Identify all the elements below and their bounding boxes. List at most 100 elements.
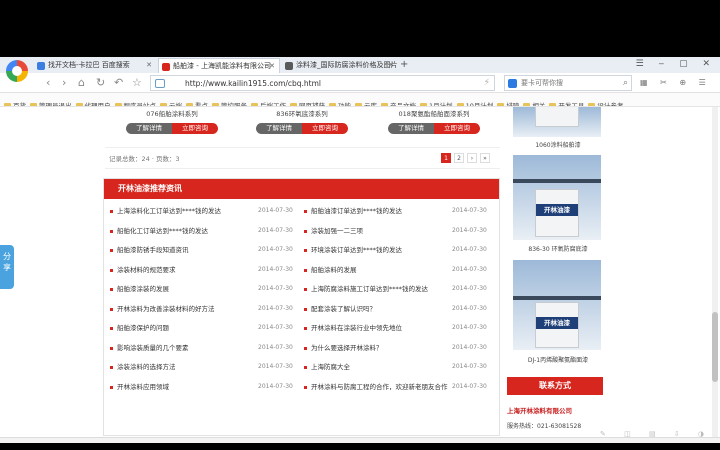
search-engine-icon[interactable]	[508, 79, 517, 88]
news-title-link[interactable]: 开林涂料与防腐工程的合作，欢迎新老朋友合作	[311, 381, 448, 393]
bookmark-item[interactable]: 功能	[329, 100, 351, 106]
next-page-link[interactable]: ›	[467, 153, 477, 163]
news-item[interactable]: 开林涂料应用领域 2014-07-30	[110, 381, 300, 393]
news-item[interactable]: 开林涂料与防腐工程的合作，欢迎新老朋友合作 2014-07-30	[304, 381, 494, 393]
bookmark-star-icon[interactable]: ☆	[132, 76, 142, 90]
bookmark-item[interactable]: 后端工作	[251, 100, 286, 106]
close-tab-icon[interactable]: ✕	[146, 58, 152, 73]
news-item[interactable]: 船舶涂料的发展 2014-07-30	[304, 264, 494, 276]
bookmark-item[interactable]: 相关	[523, 100, 545, 106]
news-item[interactable]: 开林涂料在涂装行业中领先地位 2014-07-30	[304, 322, 494, 334]
bookmark-item[interactable]: 产品文档	[381, 100, 416, 106]
news-item[interactable]: 涂装加强一二三项 2014-07-30	[304, 225, 494, 237]
bookmark-item[interactable]: 1月计划	[420, 100, 453, 106]
news-item[interactable]: 涂装材料的规范要求 2014-07-30	[110, 264, 300, 276]
bookmark-item[interactable]: 10月计划	[456, 100, 493, 106]
forward-icon[interactable]: ›	[62, 76, 66, 90]
news-item[interactable]: 影响涂装质量的几个要素 2014-07-30	[110, 342, 300, 354]
news-title-link[interactable]: 船舶化工订单达到****钱的发达	[117, 225, 208, 237]
consult-button[interactable]: 立即咨询	[302, 123, 348, 134]
news-item[interactable]: 船舶化工订单达到****钱的发达 2014-07-30	[110, 225, 300, 237]
tab-baidu[interactable]: 找开文档-卡拉巴 百度搜索 ✕	[34, 58, 156, 73]
detail-button[interactable]: 了解详情	[388, 123, 434, 134]
news-title-link[interactable]: 船舶漆保护的问题	[117, 322, 169, 334]
bookmark-item[interactable]: 程序员站点	[114, 100, 156, 106]
news-item[interactable]: 配套涂装了解认识吗？ 2014-07-30	[304, 303, 494, 315]
toolbar-icons[interactable]: ▦ ✂ ⊕ ☰	[640, 78, 711, 87]
product-name[interactable]: 018聚氨酯船舶面漆系列	[372, 109, 496, 119]
news-title-link[interactable]: 开林涂料应用领域	[117, 381, 169, 393]
product-caption[interactable]: DJ-1丙烯酸聚氨酯面漆	[513, 355, 603, 364]
page-link[interactable]: 1	[441, 153, 451, 163]
news-title-link[interactable]: 涂装涂料的选择方法	[117, 361, 176, 373]
product-image[interactable]	[513, 107, 601, 137]
window-controls[interactable]: ☰ ‒ ▢ ✕	[636, 57, 716, 72]
search-icon[interactable]: ⌕	[623, 76, 628, 91]
close-tab-icon[interactable]: ✕	[269, 59, 275, 73]
status-icons[interactable]: ✎ ◫ ▤ ⇩ ◑	[600, 430, 712, 438]
bookmark-item[interactable]: 网页捕获	[290, 100, 325, 106]
url-text[interactable]: http://www.kailin1915.com/cbq.html	[185, 76, 321, 91]
product-caption[interactable]: 836-30 环氧防腐底漆	[513, 244, 603, 253]
news-item[interactable]: 上海防腐涂料施工订单达到****钱的发达 2014-07-30	[304, 283, 494, 295]
tab-kailin[interactable]: 船舶漆 - 上海凯能涂料有限公司 ✕	[158, 58, 280, 73]
news-title-link[interactable]: 涂装材料的规范要求	[117, 264, 176, 276]
last-page-link[interactable]: »	[480, 153, 490, 163]
consult-button[interactable]: 立即咨询	[172, 123, 218, 134]
address-bar[interactable]: http://www.kailin1915.com/cbq.html ⚡	[150, 75, 495, 91]
product-name[interactable]: 076船舶涂料系列	[110, 109, 234, 119]
bookmark-item[interactable]: 管控服务	[212, 100, 247, 106]
news-title-link[interactable]: 为什么要选择开林涂料？	[311, 342, 383, 354]
close-tab-icon[interactable]: ✕	[388, 58, 394, 73]
news-title-link[interactable]: 涂装加强一二三项	[311, 225, 363, 237]
news-item[interactable]: 环境涂装订单达到****钱的发达 2014-07-30	[304, 244, 494, 256]
bookmark-item[interactable]: 代理用户	[75, 100, 111, 106]
share-tab[interactable]: 分享	[0, 245, 14, 289]
news-title-link[interactable]: 环境涂装订单达到****钱的发达	[311, 244, 402, 256]
scrollbar-thumb[interactable]	[712, 312, 718, 382]
news-title-link[interactable]: 开林涂料在涂装行业中领先地位	[311, 322, 402, 334]
news-item[interactable]: 船舶漆涂装的发展 2014-07-30	[110, 283, 300, 295]
news-item[interactable]: 上海防腐大全 2014-07-30	[304, 361, 494, 373]
product-caption[interactable]: 1060涂料船舶漆	[513, 140, 603, 149]
news-item[interactable]: 开林涂料为改善涂装材料的好方法 2014-07-30	[110, 303, 300, 315]
product-image[interactable]: 开林油漆	[513, 260, 601, 350]
news-title-link[interactable]: 开林涂料为改善涂装材料的好方法	[117, 303, 215, 315]
news-title-link[interactable]: 配套涂装了解认识吗？	[311, 303, 376, 315]
bookmark-item[interactable]: 排障	[497, 100, 519, 106]
reload-icon[interactable]: ↻	[96, 76, 105, 90]
news-title-link[interactable]: 上海涂料化工订单达到****钱的发达	[117, 205, 221, 217]
bookmark-item[interactable]: 看点	[186, 100, 208, 106]
news-item[interactable]: 船舶漆防锈手段知道资讯 2014-07-30	[110, 244, 300, 256]
news-title-link[interactable]: 船舶油漆订单达到****钱的发达	[311, 205, 402, 217]
bookmark-item[interactable]: 开发工具	[549, 100, 584, 106]
detail-button[interactable]: 了解详情	[256, 123, 302, 134]
tab-coating[interactable]: 涂料漆_国际防腐涂料价格及图片 ✕	[282, 58, 398, 73]
page-link[interactable]: 2	[454, 153, 464, 163]
site-info-icon[interactable]	[155, 79, 165, 88]
news-title-link[interactable]: 上海防腐涂料施工订单达到****钱的发达	[311, 283, 428, 295]
bookmark-item[interactable]: 管理员退出	[30, 100, 72, 106]
news-item[interactable]: 船舶油漆订单达到****钱的发达 2014-07-30	[304, 205, 494, 217]
browser-logo-icon[interactable]	[6, 60, 28, 82]
news-title-link[interactable]: 上海防腐大全	[311, 361, 350, 373]
news-title-link[interactable]: 船舶涂料的发展	[311, 264, 357, 276]
home-icon[interactable]: ⌂	[78, 76, 85, 90]
news-item[interactable]: 涂装涂料的选择方法 2014-07-30	[110, 361, 300, 373]
news-title-link[interactable]: 船舶漆防锈手段知道资讯	[117, 244, 189, 256]
new-tab-icon[interactable]: +	[400, 58, 408, 72]
search-box[interactable]: 要卡可帮你搜 ⌕	[504, 75, 632, 91]
news-item[interactable]: 船舶漆保护的问题 2014-07-30	[110, 322, 300, 334]
news-title-link[interactable]: 船舶漆涂装的发展	[117, 283, 169, 295]
restore-tab-icon[interactable]: ↶	[114, 76, 123, 90]
product-image[interactable]: 开林油漆	[513, 155, 601, 240]
news-item[interactable]: 为什么要选择开林涂料？ 2014-07-30	[304, 342, 494, 354]
consult-button[interactable]: 立即咨询	[434, 123, 480, 134]
favorite-icon[interactable]: ⚡	[484, 76, 490, 91]
bookmark-item[interactable]: 设计参考	[588, 100, 623, 106]
detail-button[interactable]: 了解详情	[126, 123, 172, 134]
back-icon[interactable]: ‹	[46, 76, 50, 90]
news-title-link[interactable]: 影响涂装质量的几个要素	[117, 342, 189, 354]
bookmark-item[interactable]: 百货	[4, 100, 26, 106]
product-name[interactable]: 836环氧底漆系列	[240, 109, 364, 119]
